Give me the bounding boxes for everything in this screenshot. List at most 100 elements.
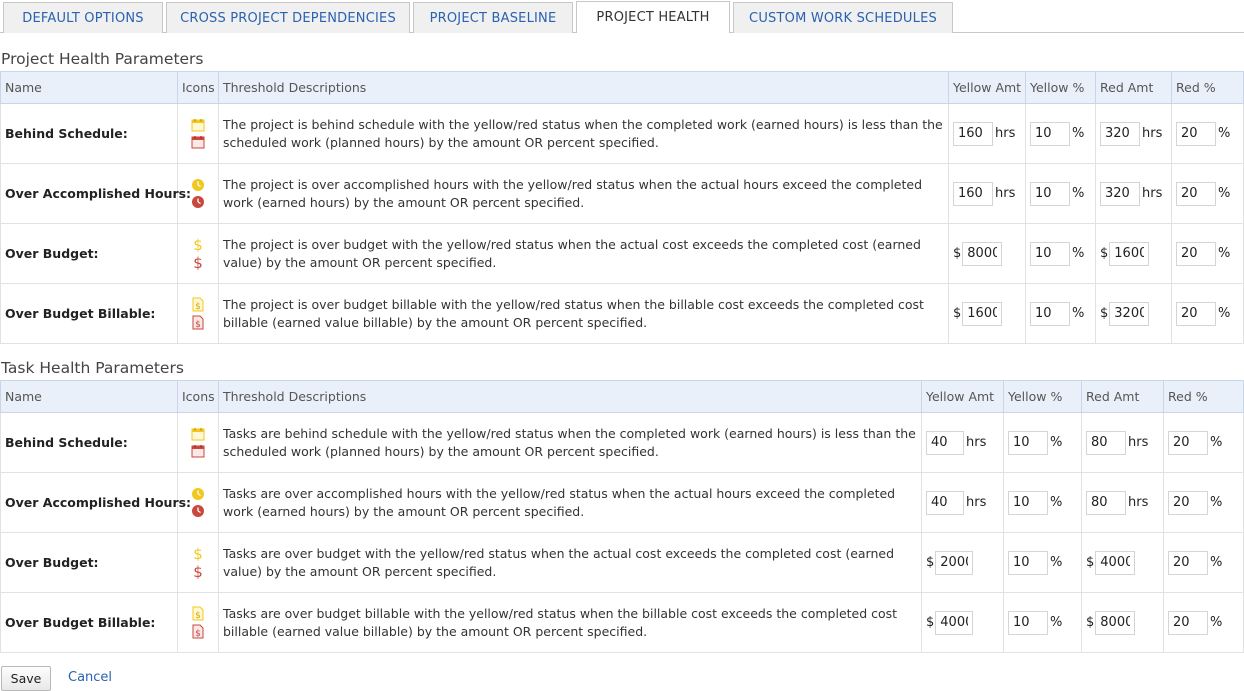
- currency-label: $: [1086, 555, 1095, 570]
- tab-project-health[interactable]: PROJECT HEALTH: [576, 1, 730, 33]
- percent-label: %: [1072, 126, 1085, 141]
- tab-default-options[interactable]: DEFAULT OPTIONS: [3, 2, 163, 33]
- currency-label: $: [1086, 615, 1095, 630]
- table-row: Over Budget Billable: $ $ The project is…: [0, 283, 1244, 344]
- yellow-amt-input[interactable]: [962, 301, 1003, 326]
- red-pct-input[interactable]: [1176, 181, 1216, 206]
- col-header-yellow-pct: Yellow %: [1025, 71, 1096, 104]
- yellow-pct-input[interactable]: [1030, 121, 1070, 146]
- yellow-pct-input[interactable]: [1030, 241, 1070, 266]
- row-description: Tasks are over accomplished hours with t…: [218, 472, 922, 533]
- percent-label: %: [1218, 186, 1231, 201]
- calendar-icon: [191, 428, 205, 441]
- yellow-amt-input[interactable]: [953, 181, 993, 206]
- red-amt-input[interactable]: [1100, 181, 1140, 206]
- row-icons: [177, 412, 219, 473]
- yellow-amt-input[interactable]: [926, 490, 964, 515]
- currency-label: $: [926, 555, 935, 570]
- row-description: The project is over budget billable with…: [218, 283, 949, 344]
- yellow-pct-input[interactable]: [1008, 550, 1048, 575]
- col-header-yellow-pct: Yellow %: [1003, 380, 1082, 413]
- col-header-red-pct: Red %: [1171, 71, 1244, 104]
- clock-icon: [192, 488, 204, 500]
- table-row: Behind Schedule: Tasks are behind schedu…: [0, 412, 1244, 473]
- svg-text:$: $: [195, 302, 201, 312]
- yellow-pct-input[interactable]: [1030, 301, 1070, 326]
- yellow-pct-input[interactable]: [1008, 490, 1048, 515]
- calendar-icon: [191, 445, 205, 458]
- project-health-table: Name Icons Threshold Descriptions Yellow…: [0, 71, 1244, 344]
- row-description: The project is over budget with the yell…: [218, 223, 949, 284]
- red-amt-input[interactable]: [1095, 550, 1136, 575]
- dollar-icon: $: [193, 546, 203, 561]
- row-icons: $ $: [177, 223, 219, 284]
- col-header-red-pct: Red %: [1163, 380, 1244, 413]
- red-pct-input[interactable]: [1176, 121, 1216, 146]
- tab-custom-work-schedules[interactable]: CUSTOM WORK SCHEDULES: [733, 2, 953, 33]
- percent-label: %: [1050, 555, 1063, 570]
- col-header-name: Name: [0, 71, 178, 104]
- tab-cross-project-dependencies[interactable]: CROSS PROJECT DEPENDENCIES: [166, 2, 410, 33]
- yellow-pct-input[interactable]: [1030, 181, 1070, 206]
- currency-label: $: [953, 306, 962, 321]
- svg-text:$: $: [195, 611, 201, 621]
- task-health-table: Name Icons Threshold Descriptions Yellow…: [0, 380, 1244, 653]
- percent-label: %: [1210, 555, 1223, 570]
- yellow-pct-input[interactable]: [1008, 610, 1048, 635]
- table-header-row: Name Icons Threshold Descriptions Yellow…: [0, 380, 1244, 413]
- col-header-name: Name: [0, 380, 178, 413]
- red-amt-input[interactable]: [1095, 610, 1136, 635]
- row-name: Over Budget:: [0, 223, 178, 284]
- tab-project-baseline[interactable]: PROJECT BASELINE: [413, 2, 573, 33]
- row-name: Behind Schedule:: [0, 103, 178, 164]
- row-name: Over Budget Billable:: [0, 283, 178, 344]
- svg-text:$: $: [193, 237, 203, 252]
- red-amt-input[interactable]: [1109, 301, 1150, 326]
- row-name: Over Budget Billable:: [0, 592, 178, 653]
- table-row: Over Accomplished Hours: The project is …: [0, 163, 1244, 224]
- red-amt-input[interactable]: [1086, 490, 1126, 515]
- cancel-link[interactable]: Cancel: [68, 670, 112, 685]
- svg-text:$: $: [193, 255, 203, 270]
- currency-label: $: [953, 246, 962, 261]
- red-pct-input[interactable]: [1168, 430, 1208, 455]
- svg-text:$: $: [195, 629, 201, 639]
- percent-label: %: [1050, 615, 1063, 630]
- red-amt-input[interactable]: [1109, 241, 1150, 266]
- percent-label: %: [1072, 186, 1085, 201]
- unit-label: hrs: [995, 126, 1016, 141]
- percent-label: %: [1218, 126, 1231, 141]
- dollar-document-icon: $: [192, 606, 204, 621]
- unit-label: hrs: [1128, 495, 1149, 510]
- yellow-amt-input[interactable]: [962, 241, 1003, 266]
- yellow-amt-input[interactable]: [953, 121, 993, 146]
- dollar-document-icon: $: [192, 315, 204, 330]
- svg-text:$: $: [193, 546, 203, 561]
- yellow-amt-input[interactable]: [926, 430, 964, 455]
- row-description: Tasks are behind schedule with the yello…: [218, 412, 922, 473]
- yellow-amt-input[interactable]: [935, 610, 974, 635]
- percent-label: %: [1050, 495, 1063, 510]
- table-row: Behind Schedule: The project is behind s…: [0, 103, 1244, 164]
- red-pct-input[interactable]: [1176, 241, 1216, 266]
- yellow-pct-input[interactable]: [1008, 430, 1048, 455]
- col-header-red-amt: Red Amt: [1081, 380, 1164, 413]
- save-button[interactable]: Save: [1, 666, 51, 691]
- task-health-title: Task Health Parameters: [1, 359, 184, 377]
- red-amt-input[interactable]: [1100, 121, 1140, 146]
- table-row: Over Accomplished Hours: Tasks are over …: [0, 472, 1244, 533]
- red-pct-input[interactable]: [1176, 301, 1216, 326]
- clock-icon: [192, 505, 204, 517]
- red-amt-input[interactable]: [1086, 430, 1126, 455]
- tab-bar: DEFAULT OPTIONS CROSS PROJECT DEPENDENCI…: [0, 0, 1244, 33]
- svg-text:$: $: [195, 320, 201, 330]
- unit-label: hrs: [1142, 186, 1163, 201]
- calendar-icon: [191, 119, 205, 132]
- red-pct-input[interactable]: [1168, 610, 1208, 635]
- yellow-amt-input[interactable]: [935, 550, 974, 575]
- red-pct-input[interactable]: [1168, 550, 1208, 575]
- red-pct-input[interactable]: [1168, 490, 1208, 515]
- percent-label: %: [1210, 495, 1223, 510]
- row-name: Over Budget:: [0, 532, 178, 593]
- row-icons: [177, 103, 219, 164]
